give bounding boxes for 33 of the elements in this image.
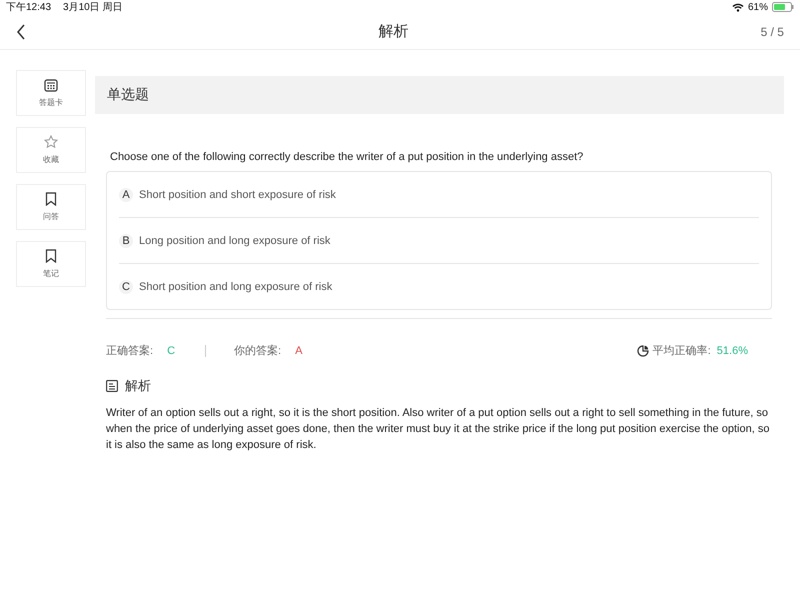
option-text: Short position and long exposure of risk — [139, 280, 332, 292]
explanation-title: 解析 — [125, 377, 151, 395]
option-text: Short position and short exposure of risk — [139, 188, 336, 200]
your-answer: A — [295, 344, 302, 356]
bookmark-icon — [45, 249, 57, 263]
document-icon — [106, 380, 118, 392]
battery-level: 61% — [748, 2, 768, 12]
question-text: Choose one of the following correctly describe the writer of a put position in the underlying asset? — [110, 151, 584, 163]
sidebar-item[interactable]: 收藏 — [16, 127, 86, 173]
page-title: 解析 — [378, 22, 408, 41]
average-accuracy-label: 平均正确率: — [652, 344, 711, 358]
correct-answer: C — [167, 344, 176, 356]
option-letter: B — [119, 234, 133, 248]
battery-icon — [772, 2, 794, 12]
status-date: 3月10日 周日 — [63, 1, 122, 14]
sidebar-item[interactable]: 问答 — [16, 184, 86, 230]
option-letter: A — [119, 188, 133, 202]
bookmark-icon — [45, 192, 57, 206]
pie-chart-icon — [636, 344, 649, 356]
your-answer-label: 你的答案: — [234, 344, 282, 358]
wifi-icon — [732, 2, 744, 12]
sidebar-item[interactable]: 答题卡 — [16, 70, 86, 116]
star-icon — [44, 135, 58, 149]
status-time: 下午12:43 — [6, 1, 52, 14]
question-type-header: 单选题 — [95, 76, 784, 114]
explanation-text: Writer of an option sells out a right, so it is the short position. Also writer of a put option sells out a right to sell something in the future, so when the price of underlying asset goes done, then the writer must buy it at the strike price if the long put position exercise the option, so it is also the same as long exposure of risk. — [106, 406, 770, 453]
back-icon[interactable] — [16, 24, 26, 40]
calendar-icon — [44, 78, 58, 92]
option-letter: C — [119, 280, 133, 294]
correct-answer-label: 正确答案: — [106, 344, 154, 358]
average-accuracy: 51.6% — [716, 344, 748, 356]
sidebar-item[interactable]: 笔记 — [16, 241, 86, 287]
option-text: Long position and long exposure of risk — [139, 234, 330, 246]
